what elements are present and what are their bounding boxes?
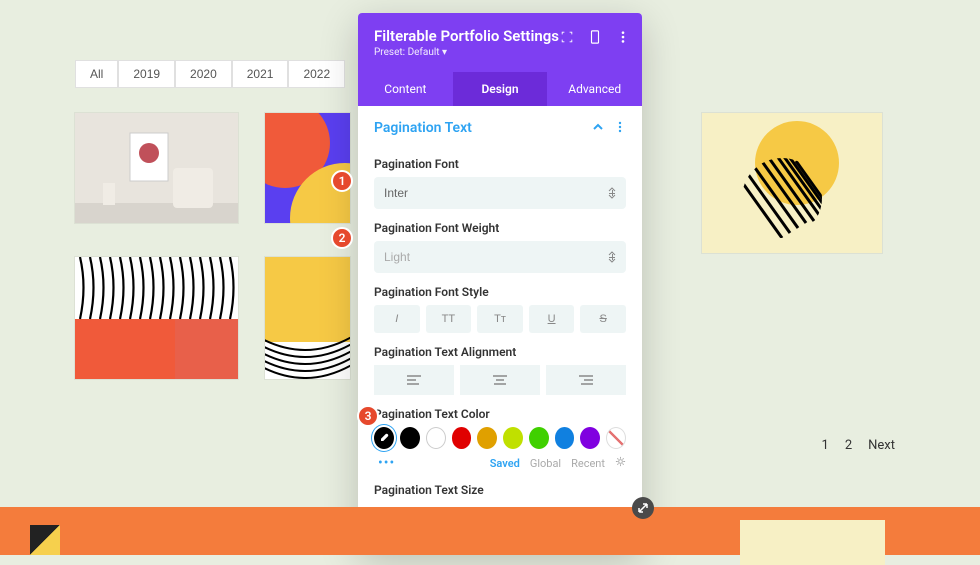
portfolio-thumb[interactable] xyxy=(75,113,238,223)
swatch-white[interactable] xyxy=(426,427,446,449)
panel-header: Filterable Portfolio Settings Preset: De… xyxy=(358,13,642,72)
font-style-group: I TT Tᴛ U S xyxy=(374,305,626,333)
settings-panel: Filterable Portfolio Settings Preset: De… xyxy=(358,13,642,551)
strikethrough-button[interactable]: S xyxy=(580,305,626,333)
swatch-purple[interactable] xyxy=(580,427,600,449)
tab-advanced[interactable]: Advanced xyxy=(547,72,642,106)
color-swatches xyxy=(374,427,626,449)
marker-3: 3 xyxy=(357,405,379,427)
text-color-label: Pagination Text Color xyxy=(374,407,626,421)
color-tab-global[interactable]: Global xyxy=(530,457,561,470)
align-right-button[interactable] xyxy=(546,365,626,395)
section-more-icon[interactable] xyxy=(614,118,626,137)
uppercase-button[interactable]: TT xyxy=(426,305,472,333)
font-select[interactable]: Inter xyxy=(374,177,626,209)
page-2[interactable]: 2 xyxy=(845,438,852,453)
color-tab-saved[interactable]: Saved xyxy=(490,457,520,470)
swatch-orange[interactable] xyxy=(477,427,497,449)
swatch-lime[interactable] xyxy=(503,427,523,449)
marker-2: 2 xyxy=(331,227,353,249)
preset-selector[interactable]: Preset: Default ▾ xyxy=(374,47,626,58)
swatch-black[interactable] xyxy=(400,427,420,449)
font-label: Pagination Font xyxy=(374,157,626,171)
tabs: Content Design Advanced xyxy=(358,72,642,106)
filter-2020[interactable]: 2020 xyxy=(175,60,232,88)
underline-button[interactable]: U xyxy=(529,305,575,333)
tablet-icon[interactable] xyxy=(588,29,602,48)
filter-2022[interactable]: 2022 xyxy=(288,60,345,88)
style-label: Pagination Font Style xyxy=(374,285,626,299)
marker-1: 1 xyxy=(331,170,353,192)
pagination: 1 2 Next xyxy=(822,438,896,453)
focus-icon[interactable] xyxy=(560,29,574,48)
weight-select[interactable]: Light xyxy=(374,241,626,273)
alignment-label: Pagination Text Alignment xyxy=(374,345,626,359)
more-icon[interactable] xyxy=(616,29,630,48)
color-tab-recent[interactable]: Recent xyxy=(571,457,605,470)
filter-all[interactable]: All xyxy=(75,60,118,88)
portfolio-thumb[interactable] xyxy=(265,113,350,223)
collapse-icon[interactable] xyxy=(592,118,604,137)
filter-2021[interactable]: 2021 xyxy=(232,60,289,88)
portfolio-thumb[interactable] xyxy=(75,257,238,379)
filter-bar: All 2019 2020 2021 2022 xyxy=(75,60,345,88)
smallcaps-button[interactable]: Tᴛ xyxy=(477,305,523,333)
footer-corner-thumb xyxy=(30,525,60,555)
weight-label: Pagination Font Weight xyxy=(374,221,626,235)
align-left-button[interactable] xyxy=(374,365,454,395)
resize-handle-icon[interactable] xyxy=(632,497,654,519)
portfolio-thumb[interactable] xyxy=(265,257,350,379)
swatch-green[interactable] xyxy=(529,427,549,449)
section-header[interactable]: Pagination Text xyxy=(358,106,642,145)
color-settings-icon[interactable] xyxy=(615,456,626,470)
footer-thumb xyxy=(740,520,885,565)
panel-body: Pagination Font Inter Pagination Font We… xyxy=(358,145,642,509)
swatch-blue[interactable] xyxy=(555,427,575,449)
more-swatches-icon[interactable]: ••• xyxy=(378,455,395,471)
swatch-none[interactable] xyxy=(606,427,626,449)
text-size-label: Pagination Text Size xyxy=(374,483,626,497)
page-1[interactable]: 1 xyxy=(822,438,829,453)
alignment-group xyxy=(374,365,626,395)
align-center-button[interactable] xyxy=(460,365,540,395)
portfolio-thumb[interactable] xyxy=(702,113,882,253)
page-next[interactable]: Next xyxy=(868,438,895,453)
italic-button[interactable]: I xyxy=(374,305,420,333)
tab-design[interactable]: Design xyxy=(453,72,548,106)
tab-content[interactable]: Content xyxy=(358,72,453,106)
swatch-red[interactable] xyxy=(452,427,472,449)
filter-2019[interactable]: 2019 xyxy=(118,60,175,88)
section-title: Pagination Text xyxy=(374,120,472,136)
color-picker-button[interactable] xyxy=(374,427,394,449)
